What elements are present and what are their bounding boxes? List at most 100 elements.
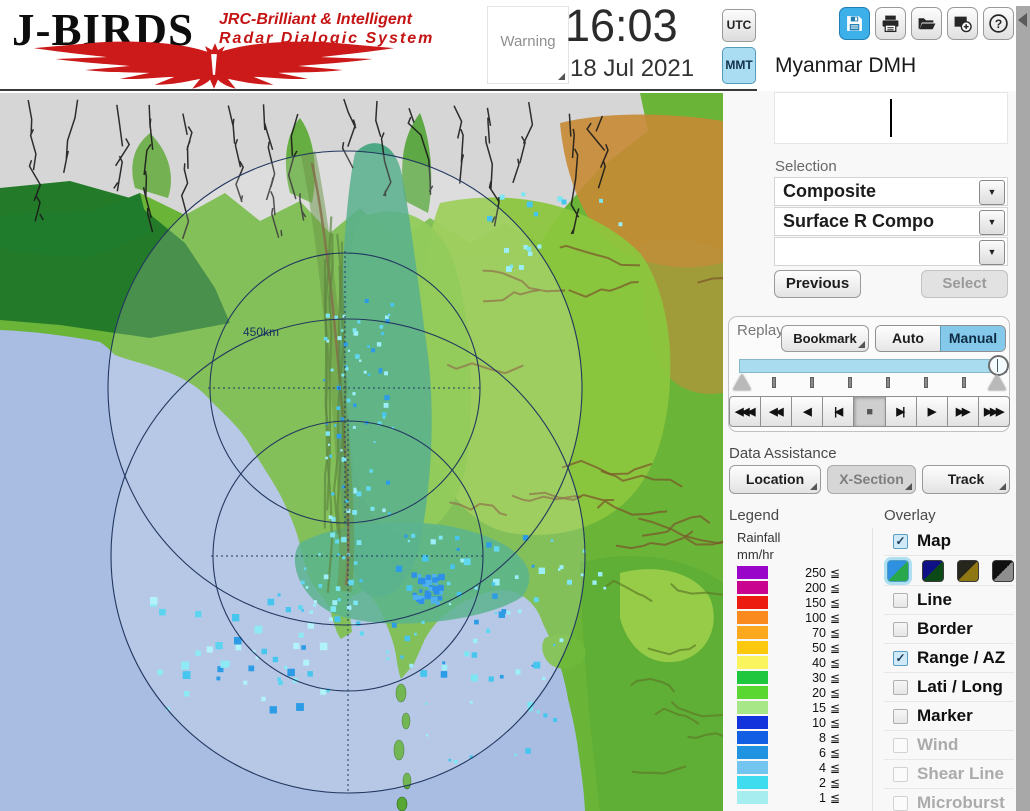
manual-mode-button[interactable]: Manual [940,326,1005,351]
map-style-swatch-1[interactable] [887,559,909,582]
legend-row: 20 ≦ [737,685,867,700]
overlay-row-lati-long[interactable]: Lati / Long [884,673,1014,702]
checkbox[interactable] [893,737,908,753]
legend-suffix: ≦ [830,670,841,685]
previous-button[interactable]: Previous [774,270,861,298]
legend-value: 50 [812,640,826,655]
overlay-item-label: Wind [917,735,959,754]
product-category-dropdown[interactable]: Composite ▼ [774,177,1008,206]
checkbox[interactable] [893,621,908,637]
checkbox[interactable] [893,795,908,811]
map-style-swatch-3[interactable] [957,559,979,582]
replay-slider-thumb[interactable] [988,355,1009,376]
clock-date: 18 Jul 2021 [570,55,695,82]
utc-button[interactable]: UTC [722,9,756,42]
legend-row: 250 ≦ [737,565,867,580]
map-style-swatch-2[interactable] [922,559,944,582]
stop-button[interactable]: ■ [853,396,886,427]
overlay-row-line[interactable]: Line [884,586,1014,615]
open-folder-button[interactable] [911,7,942,40]
overlay-item-label: Shear Line [917,764,1004,783]
legend-color-swatch [737,641,768,654]
overlay-row-border[interactable]: Border [884,615,1014,644]
save-button[interactable] [839,7,870,40]
select-button[interactable]: Select [921,270,1008,298]
jump-start-button[interactable]: ◀◀◀ [729,396,762,427]
station-list-box[interactable] [774,92,1008,144]
legend-color-swatch [737,626,768,639]
x-section-button[interactable]: X-Section [827,465,916,494]
fast-rewind-button[interactable]: ◀◀ [760,396,793,427]
step-back-button[interactable]: |◀ [822,396,855,427]
legend-value: 4 [819,760,826,775]
product-type-dropdown[interactable]: Surface R Compo ▼ [774,207,1008,236]
legend-value: 150 [805,595,826,610]
overlay-row-range-az[interactable]: ✓ Range / AZ [884,644,1014,673]
radar-map[interactable]: 450km [0,93,783,811]
legend-suffix: ≦ [830,685,841,700]
map-canvas: 450km [0,93,783,811]
legend-value: 10 [812,715,826,730]
legend-value: 2 [819,775,826,790]
play-backward-button[interactable]: ◀ [791,396,824,427]
legend-suffix: ≦ [830,790,841,805]
legend-value: 8 [819,730,826,745]
checkbox[interactable] [893,592,908,608]
overlay-row-marker[interactable]: Marker [884,702,1014,731]
legend-color-swatch [737,656,768,669]
checkbox[interactable] [893,708,908,724]
overlay-row-map[interactable]: ✓ Map [884,527,1014,556]
legend-value: 100 [805,610,826,625]
auto-mode-button[interactable]: Auto [876,326,940,351]
folder-icon [918,18,936,30]
warning-dropdown[interactable]: Warning [487,6,569,84]
legend-color-swatch [737,596,768,609]
legend-row: 30 ≦ [737,670,867,685]
legend-suffix: ≦ [830,760,841,775]
step-forward-button[interactable]: ▶| [884,396,917,427]
chevron-down-icon[interactable]: ▼ [979,240,1005,265]
panel-collapse-strip[interactable] [1016,6,1030,811]
replay-progress-slider[interactable] [739,359,1007,373]
checkbox[interactable]: ✓ [893,650,908,666]
help-button[interactable]: ? [983,7,1014,40]
legend-value: 1 [819,790,826,805]
location-button[interactable]: Location [729,465,821,494]
collapse-arrow-icon[interactable] [1018,13,1027,27]
chevron-down-icon[interactable]: ▼ [979,180,1005,205]
range-start-marker[interactable] [733,374,751,390]
bookmark-button[interactable]: Bookmark [781,325,869,352]
product-option-dropdown[interactable]: ▼ [774,237,1008,266]
fast-forward-button[interactable]: ▶▶ [946,396,979,427]
play-button[interactable]: ▶ [915,396,948,427]
jump-end-button[interactable]: ▶▶▶ [977,396,1010,427]
legend-color-swatch [737,716,768,729]
chevron-down-icon[interactable]: ▼ [979,210,1005,235]
checkbox[interactable] [893,679,908,695]
legend-row: 15 ≦ [737,700,867,715]
app-window: 450km Selection Composite ▼ Surface R Co… [0,0,1030,811]
clock-time: 16:03 [565,0,678,51]
legend-value: 6 [819,745,826,760]
legend-color-swatch [737,581,768,594]
track-button[interactable]: Track [922,465,1010,494]
legend-color-swatch [737,746,768,759]
overlay-row-wind[interactable]: Wind [884,731,1014,760]
map-style-swatch-4[interactable] [992,559,1014,582]
overlay-row-microburst[interactable]: Microburst [884,789,1014,811]
capture-icon [954,16,972,33]
legend-row: 4 ≦ [737,760,867,775]
legend-color-swatch [737,671,768,684]
overlay-row-shear-line[interactable]: Shear Line [884,760,1014,789]
mmt-button[interactable]: MMT [722,47,756,84]
checkbox[interactable]: ✓ [893,533,908,549]
print-button[interactable] [875,7,906,40]
legend-label: Legend [729,507,780,524]
range-end-marker[interactable] [988,374,1006,390]
legend-color-swatch [737,731,768,744]
screen-capture-button[interactable] [947,7,978,40]
legend-suffix: ≦ [830,625,841,640]
checkbox[interactable] [893,766,908,782]
legend-value: 15 [812,700,826,715]
help-icon: ? [989,14,1008,33]
